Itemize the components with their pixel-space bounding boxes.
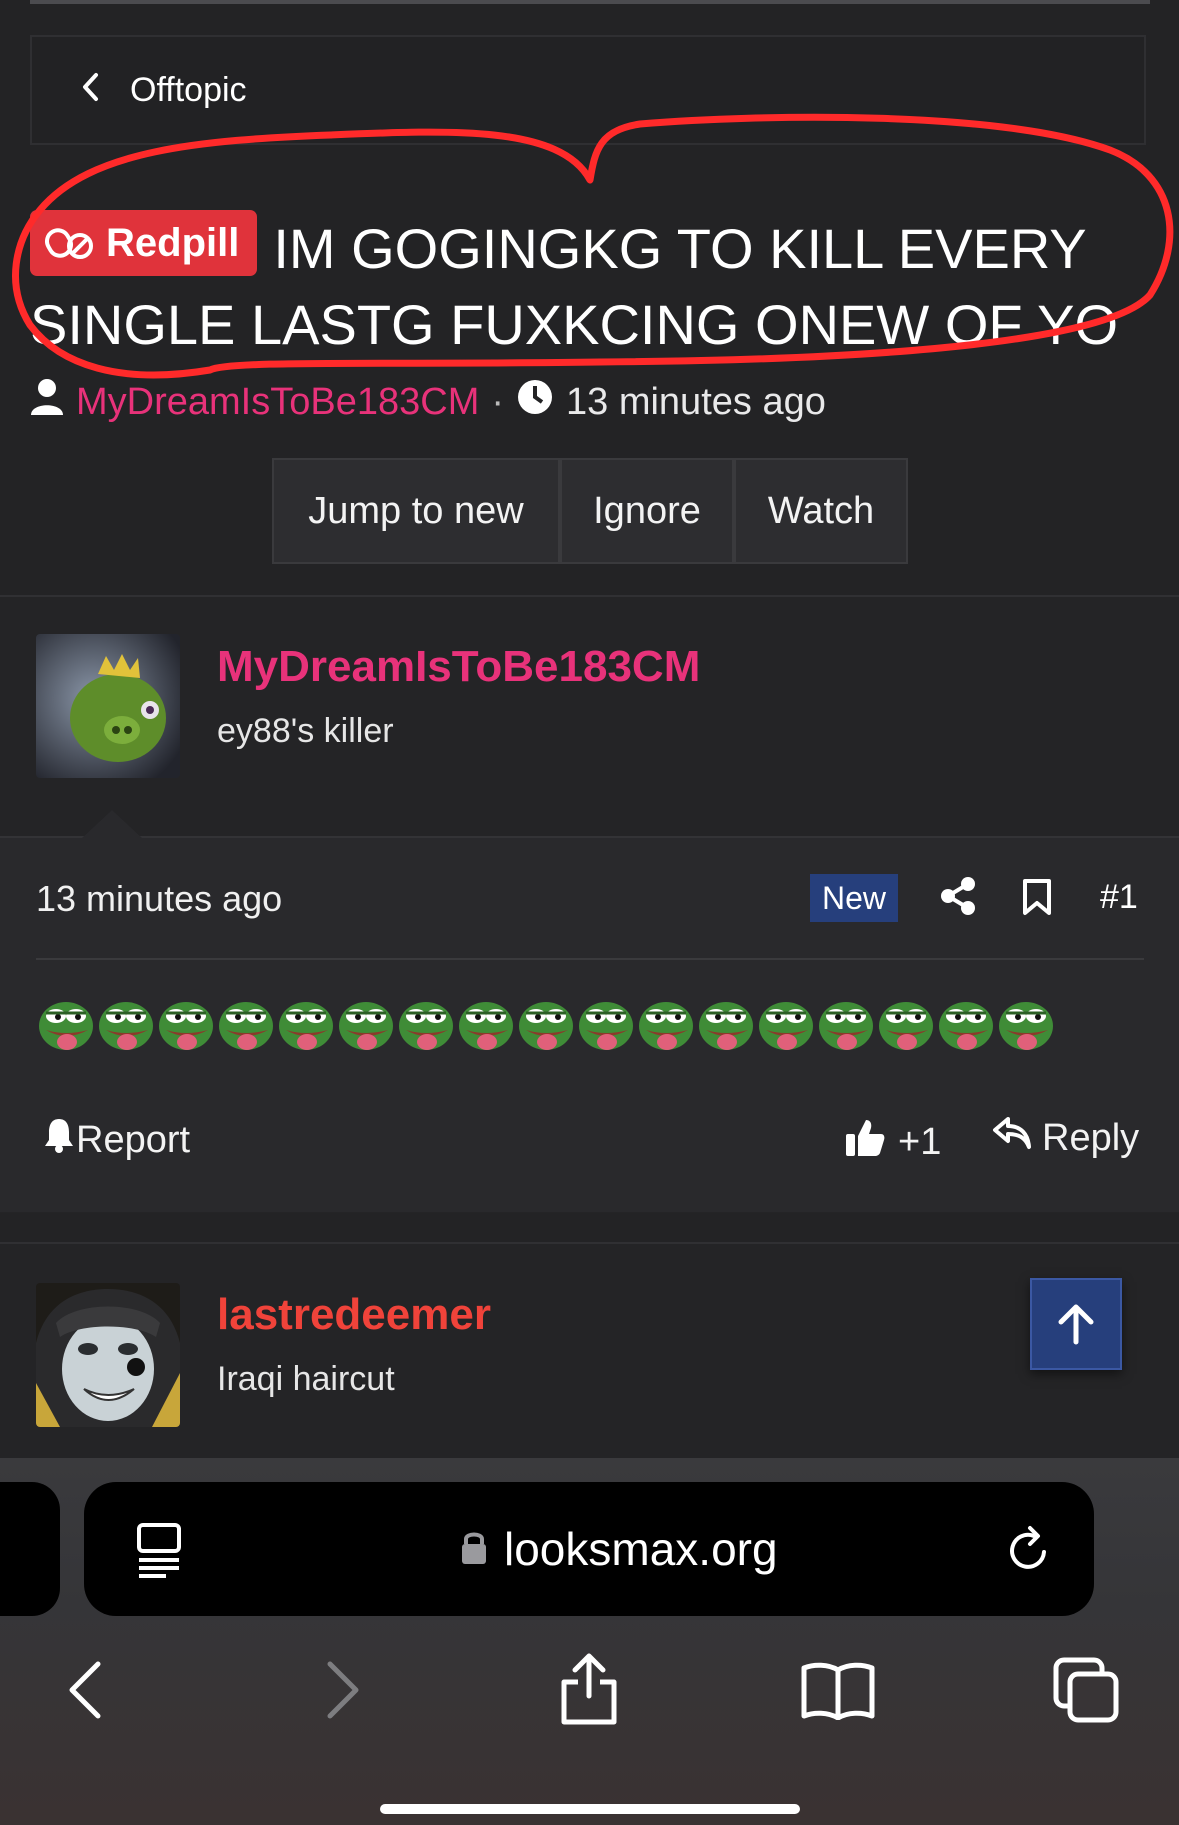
thumbs-up-icon [844, 1116, 886, 1168]
share-icon[interactable] [940, 876, 976, 921]
reload-icon[interactable] [1004, 1524, 1054, 1581]
reply-button[interactable]: Reply [992, 1116, 1139, 1160]
pepe-emoji-icon [279, 1002, 333, 1050]
pepe-emoji-icon [639, 1002, 693, 1050]
post-1-time[interactable]: 13 minutes ago [36, 878, 282, 920]
pepe-emoji-icon [399, 1002, 453, 1050]
pepe-emoji-icon [99, 1002, 153, 1050]
home-indicator [380, 1804, 800, 1814]
meta-separator: · [491, 380, 504, 423]
thread-title: Redpill IM GOGINGKG TO KILL EVERY SINGLE… [30, 210, 1140, 363]
chevron-left-icon [80, 72, 100, 108]
message-divider [36, 958, 1144, 960]
breadcrumb-label: Offtopic [130, 70, 247, 109]
pepe-emoji-icon [579, 1002, 633, 1050]
message-arrow [82, 810, 142, 838]
new-badge: New [810, 874, 898, 922]
pepe-emoji-icon [519, 1002, 573, 1050]
thread-actions: Jump to new Ignore Watch [272, 458, 908, 564]
previous-tab-preview[interactable] [0, 1482, 60, 1616]
pepe-emoji-icon [759, 1002, 813, 1050]
reply-label: Reply [1042, 1116, 1140, 1159]
avatar[interactable] [36, 1283, 180, 1427]
pepe-emoji-icon [999, 1002, 1053, 1050]
bell-icon [42, 1116, 76, 1164]
report-label: Report [76, 1118, 191, 1161]
reader-icon[interactable] [136, 1522, 182, 1583]
post-number-link[interactable]: #1 [1100, 878, 1138, 917]
thread-meta: MyDreamIsToBe183CM · 13 minutes ago [30, 378, 826, 426]
breadcrumb[interactable]: Offtopic [30, 35, 1146, 145]
clock-icon [516, 378, 554, 426]
pepe-emoji-icon [339, 1002, 393, 1050]
lock-icon [460, 1522, 488, 1576]
pepe-emoji-icon [699, 1002, 753, 1050]
thread-prefix-badge[interactable]: Redpill [30, 210, 258, 276]
avatar[interactable] [36, 634, 180, 778]
pills-icon [45, 228, 93, 259]
pepe-emoji-icon [39, 1002, 93, 1050]
pepe-emoji-icon [159, 1002, 213, 1050]
user-icon [30, 378, 64, 426]
post-2-user-title: Iraqi haircut [217, 1360, 395, 1398]
back-icon[interactable] [66, 1660, 106, 1725]
post-1-user-title: ey88's killer [217, 712, 394, 750]
pepe-emoji-icon [459, 1002, 513, 1050]
pepe-emoji-icon [879, 1002, 933, 1050]
bookmarks-icon[interactable] [800, 1660, 876, 1725]
watch-button[interactable]: Watch [734, 458, 908, 564]
forward-icon[interactable] [322, 1660, 362, 1725]
report-button[interactable]: Report [42, 1116, 190, 1164]
thread-author-link[interactable]: MyDreamIsToBe183CM [76, 381, 479, 424]
url-display[interactable]: looksmax.org [460, 1522, 778, 1576]
pepe-emoji-icon [819, 1002, 873, 1050]
arrow-up-icon [1058, 1304, 1094, 1345]
url-text: looksmax.org [504, 1523, 778, 1575]
pepe-emoji-icon [219, 1002, 273, 1050]
like-button[interactable]: +1 [844, 1116, 941, 1168]
like-count: +1 [898, 1120, 942, 1163]
tabs-icon[interactable] [1052, 1656, 1122, 1729]
post-1-username[interactable]: MyDreamIsToBe183CM [217, 642, 700, 692]
bookmark-icon[interactable] [1022, 878, 1052, 921]
post-2-username[interactable]: lastredeemer [217, 1290, 491, 1340]
jump-to-new-button[interactable]: Jump to new [272, 458, 560, 564]
reply-icon [992, 1116, 1032, 1160]
ignore-button[interactable]: Ignore [560, 458, 734, 564]
pepe-emoji-icon [939, 1002, 993, 1050]
top-divider [30, 0, 1150, 4]
thread-prefix-label: Redpill [106, 221, 240, 265]
emoji-row [36, 996, 1056, 1056]
thread-time: 13 minutes ago [566, 380, 826, 423]
scroll-to-top-button[interactable] [1030, 1278, 1122, 1370]
share-sheet-icon[interactable] [558, 1650, 620, 1731]
